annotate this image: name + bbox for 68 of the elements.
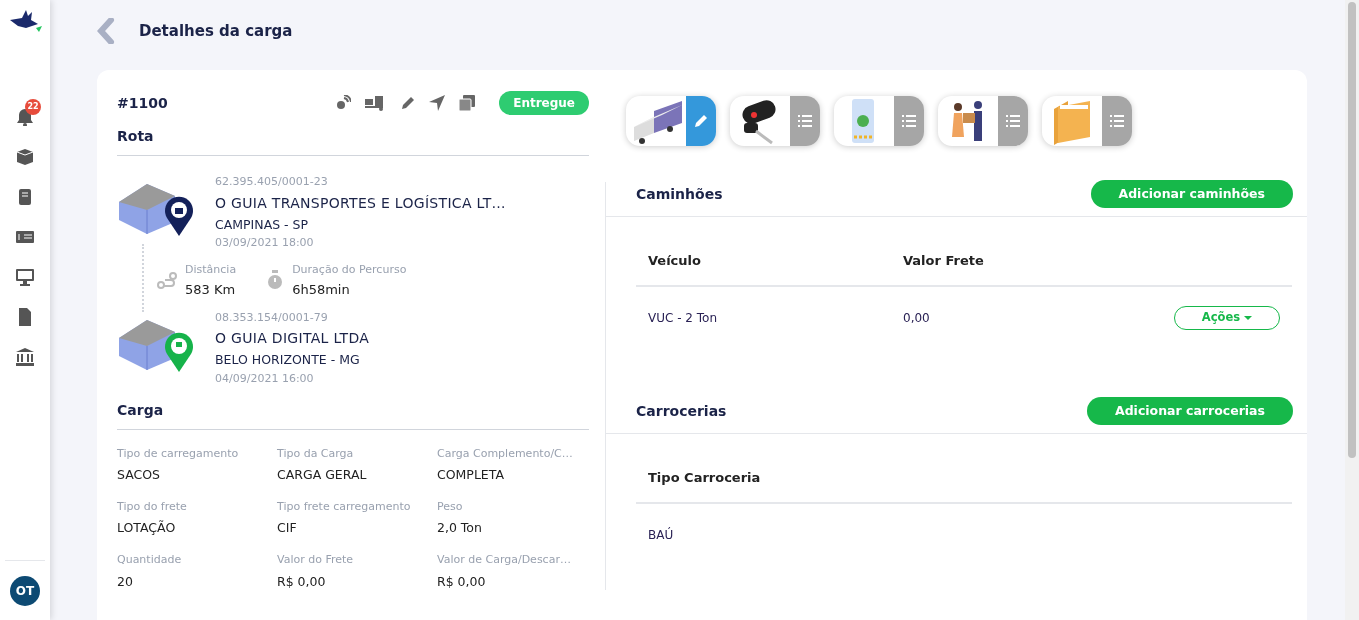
duration-value: 6h58min xyxy=(292,281,351,300)
duration-label: Duração do Percurso xyxy=(292,261,407,278)
date-time: 04/09/2021 16:00 xyxy=(215,371,315,387)
table-cell-text: 0,00 xyxy=(903,310,931,327)
bank-icon[interactable] xyxy=(16,348,34,366)
section-title: Rota xyxy=(117,126,589,156)
list-icon xyxy=(902,115,916,127)
field-value: COMPLETA xyxy=(437,466,505,484)
field-label: Carga Complemento/C… xyxy=(437,445,574,462)
notification-badge: 22 xyxy=(25,99,41,115)
company-document: 08.353.154/0001-79 xyxy=(215,309,329,326)
add-button[interactable]: Adicionar caminhões xyxy=(1090,180,1293,208)
column-header: Valor Frete xyxy=(903,252,985,271)
image-tab[interactable] xyxy=(938,96,1028,146)
route-icon xyxy=(157,271,177,290)
caret-icon xyxy=(1244,316,1253,320)
table-cell-text: BAÚ xyxy=(648,526,675,544)
field-label: Valor de Carga/Descar… xyxy=(437,552,572,568)
load-number: #1100 xyxy=(117,93,168,113)
field-value: CARGA GERAL xyxy=(277,466,368,484)
money-card-icon[interactable] xyxy=(16,228,34,246)
list-icon xyxy=(1006,115,1020,127)
signal-icon[interactable] xyxy=(335,95,352,111)
pencil-icon xyxy=(694,114,708,128)
distance-label: Distância xyxy=(185,261,237,278)
field-label: Tipo do frete xyxy=(117,498,188,515)
status-badge: Entregue xyxy=(499,91,589,115)
navigation-arrow-icon[interactable] xyxy=(429,95,446,111)
pencil-icon[interactable] xyxy=(401,96,416,110)
list-icon xyxy=(1110,115,1124,127)
company-city: CAMPINAS - SP xyxy=(215,215,310,234)
table-cell-text: VUC - 2 Ton xyxy=(648,310,719,327)
field-value: 2,0 Ton xyxy=(437,519,483,538)
field-label: Tipo da Carga xyxy=(277,445,355,462)
field-label: Tipo de carregamento xyxy=(117,445,240,462)
field-label: Quantidade xyxy=(117,552,183,568)
column-header: Veículo xyxy=(648,252,702,271)
monitor-icon[interactable] xyxy=(16,268,34,286)
list-icon xyxy=(798,115,812,127)
book-icon[interactable] xyxy=(16,188,34,206)
field-value: LOTAÇÃO xyxy=(117,519,177,538)
box-icon[interactable] xyxy=(16,148,34,166)
scrollbar[interactable] xyxy=(1345,0,1359,620)
section-title: Carrocerias xyxy=(636,401,727,421)
date-time: 03/09/2021 18:00 xyxy=(215,235,315,252)
company-document: 62.395.405/0001-23 xyxy=(215,174,329,190)
column-header: Tipo Carroceria xyxy=(648,469,762,488)
user-avatar[interactable]: OT xyxy=(10,576,40,606)
field-value: 20 xyxy=(117,572,134,591)
company-name: O GUIA DIGITAL LTDA xyxy=(215,329,370,349)
image-tab[interactable] xyxy=(730,96,820,146)
copy-icon[interactable] xyxy=(459,95,476,111)
field-label: Tipo frete carregamento xyxy=(277,498,412,515)
stopwatch-icon xyxy=(266,269,285,290)
file-icon[interactable] xyxy=(16,308,34,326)
field-label: Valor do Frete xyxy=(277,552,355,568)
section-title: Carga xyxy=(117,399,589,430)
field-value: SACOS xyxy=(117,466,161,484)
section-title: Caminhões xyxy=(636,184,723,204)
field-value: R$ 0,00 xyxy=(277,572,327,591)
distance-value: 583 Km xyxy=(185,281,237,300)
company-name: O GUIA TRANSPORTES E LOGÍSTICA LT… xyxy=(215,193,506,213)
field-value: R$ 0,00 xyxy=(437,572,487,591)
field-label: Peso xyxy=(437,498,464,515)
field-value: CIF xyxy=(277,519,298,538)
company-city: BELO HORIZONTE - MG xyxy=(215,351,361,370)
page-title: Detalhes da carga xyxy=(139,20,293,42)
add-button[interactable]: Adicionar carrocerias xyxy=(1087,397,1293,425)
